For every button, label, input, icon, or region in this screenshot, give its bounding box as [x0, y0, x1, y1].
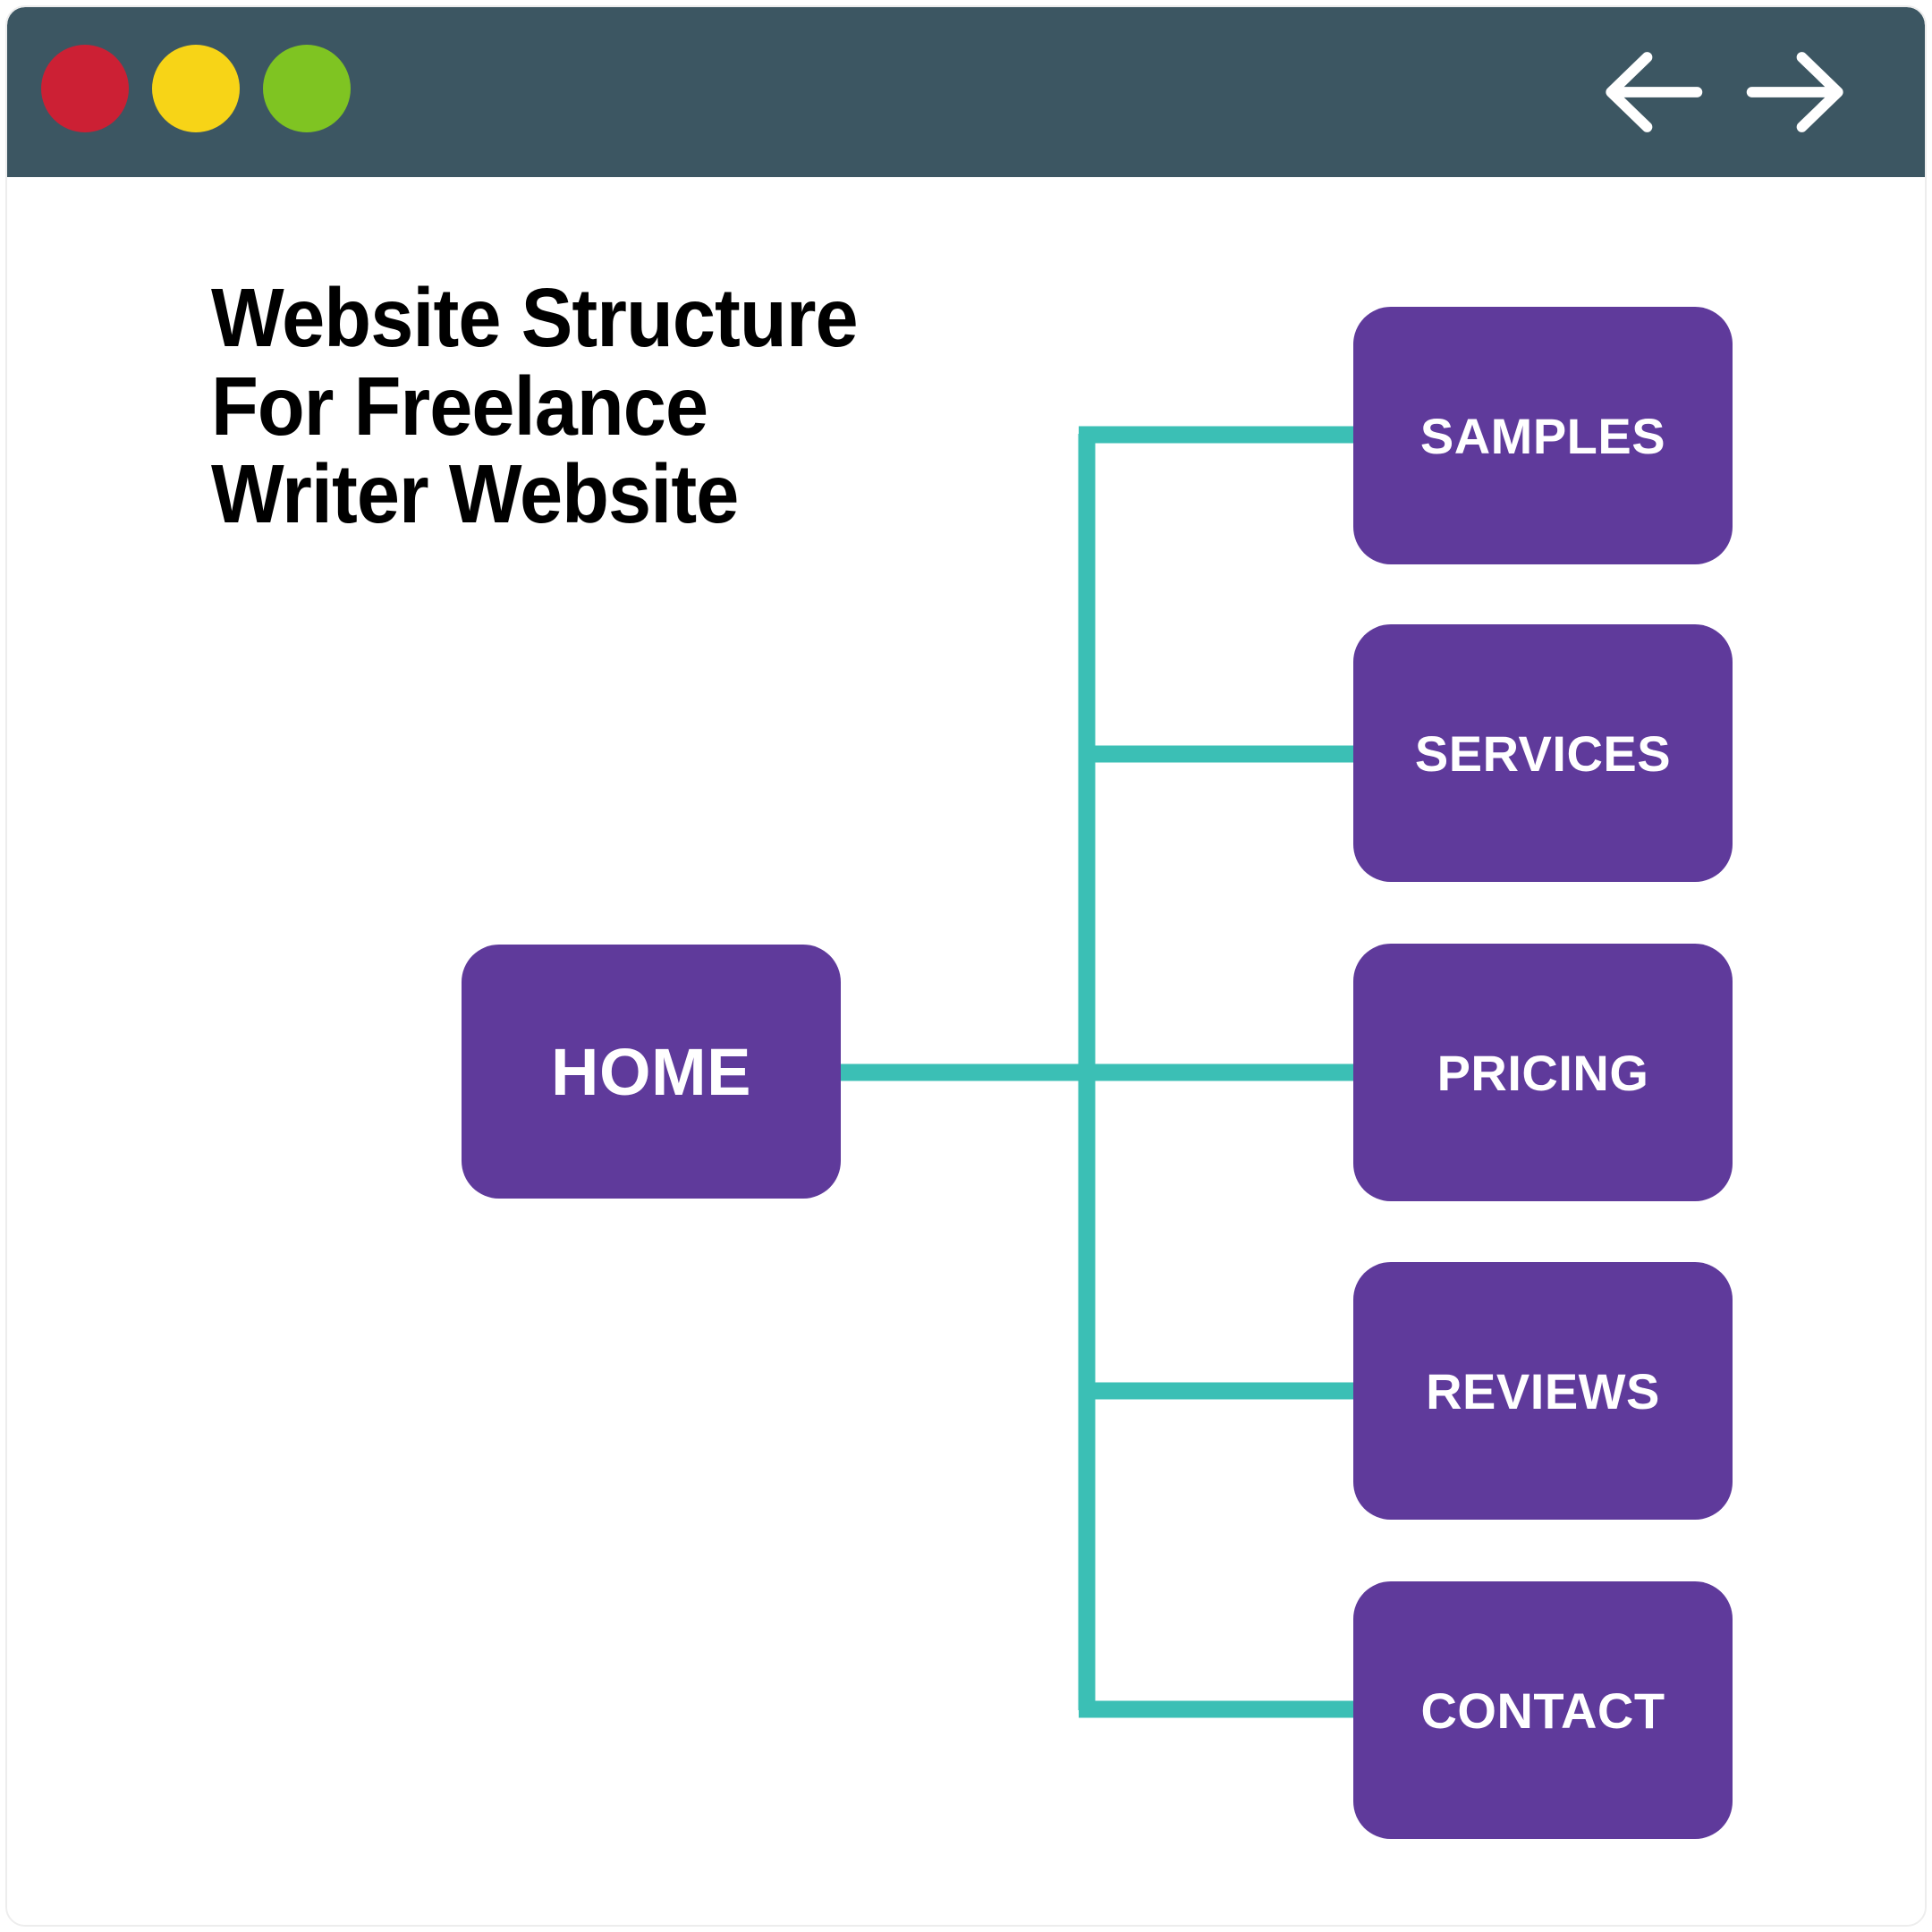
node-samples[interactable]: SAMPLES: [1353, 307, 1733, 564]
node-pricing[interactable]: PRICING: [1353, 944, 1733, 1201]
node-home-label: HOME: [551, 1034, 751, 1109]
node-reviews-label: REVIEWS: [1426, 1362, 1660, 1419]
browser-title-bar: [7, 7, 1925, 177]
minimize-window-dot[interactable]: [152, 45, 240, 132]
node-pricing-label: PRICING: [1436, 1044, 1649, 1101]
node-home[interactable]: HOME: [462, 945, 841, 1199]
browser-window: Website Structure For Freelance Writer W…: [5, 5, 1927, 1927]
node-services-label: SERVICES: [1414, 724, 1672, 782]
close-window-dot[interactable]: [41, 45, 129, 132]
node-samples-label: SAMPLES: [1419, 407, 1666, 464]
node-contact-label: CONTACT: [1420, 1682, 1665, 1739]
arrow-right-icon[interactable]: [1733, 34, 1859, 150]
diagram-canvas: Website Structure For Freelance Writer W…: [7, 177, 1925, 1925]
node-reviews[interactable]: REVIEWS: [1353, 1262, 1733, 1520]
page-title: Website Structure For Freelance Writer W…: [211, 271, 859, 541]
arrow-left-icon[interactable]: [1590, 34, 1716, 150]
node-contact[interactable]: CONTACT: [1353, 1581, 1733, 1839]
node-services[interactable]: SERVICES: [1353, 624, 1733, 882]
maximize-window-dot[interactable]: [263, 45, 351, 132]
